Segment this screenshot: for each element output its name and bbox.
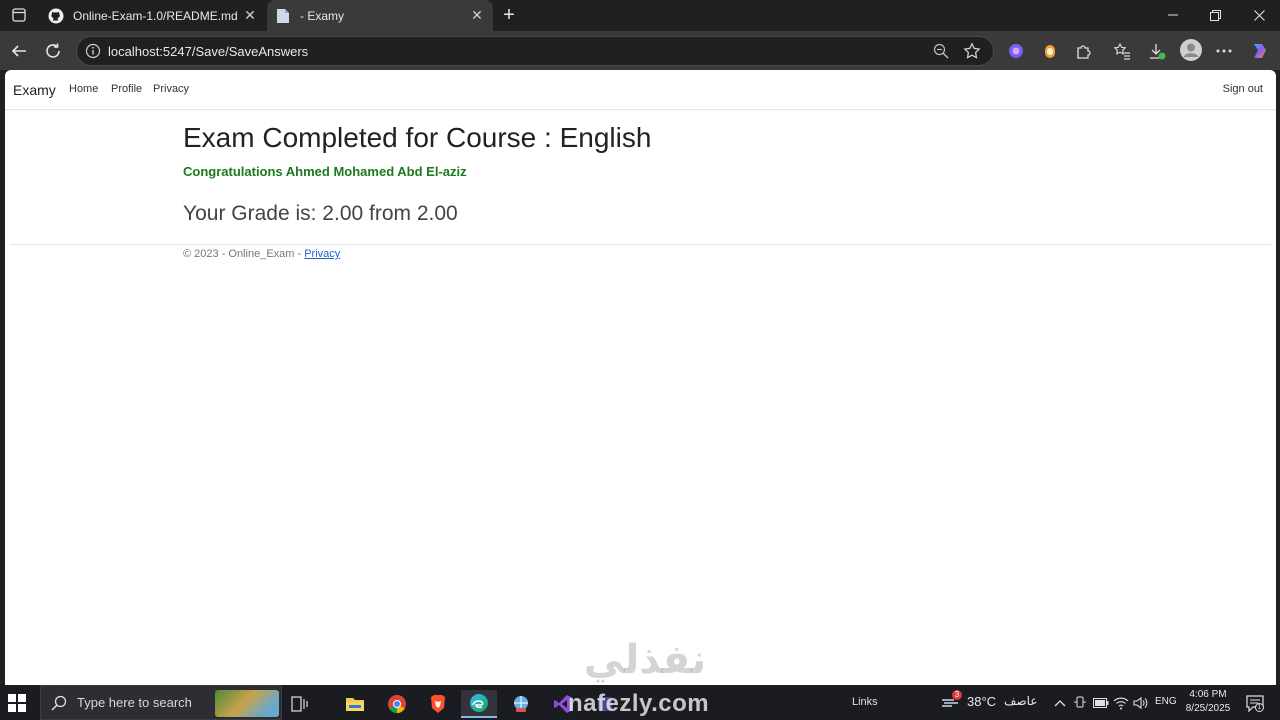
nav-link-home[interactable]: Home [69, 83, 98, 95]
reload-icon[interactable] [41, 39, 65, 63]
show-hidden-icons-icon[interactable] [1052, 695, 1068, 711]
page-icon [275, 8, 291, 24]
clock-time: 4:06 PM [1189, 689, 1227, 700]
restore-icon[interactable] [1200, 4, 1230, 26]
extension-icon[interactable] [1006, 41, 1026, 61]
profile-avatar[interactable] [1180, 39, 1202, 61]
more-options-icon[interactable] [1214, 41, 1234, 61]
nav-link-privacy[interactable]: Privacy [153, 83, 189, 95]
search-placeholder: Type here to search [77, 695, 192, 710]
page-title: Exam Completed for Course : English [183, 122, 652, 153]
notifications-icon[interactable]: 1 [1246, 694, 1264, 713]
downloads-icon[interactable] [1147, 41, 1167, 61]
notification-count: 1 [1255, 703, 1264, 712]
browser-toolbar: localhost:5247/Save/SaveAnswers [0, 31, 1280, 70]
favorite-star-icon[interactable] [963, 42, 981, 60]
device-icon[interactable] [1072, 695, 1088, 711]
tab-readme[interactable]: Online-Exam-1.0/README.md at ✕ [40, 0, 266, 31]
copilot-icon[interactable] [1250, 41, 1270, 61]
address-bar[interactable]: localhost:5247/Save/SaveAnswers [76, 36, 994, 66]
weather-widget[interactable]: 3 38°C عاصف [940, 690, 1038, 710]
browser-tabstrip: Online-Exam-1.0/README.md at ✕ - Examy ✕… [0, 0, 1280, 31]
volume-icon[interactable] [1133, 695, 1149, 711]
weather-alert-badge: 3 [952, 690, 962, 700]
edge-icon[interactable] [461, 690, 497, 718]
github-icon [48, 8, 64, 24]
file-explorer-icon[interactable] [337, 690, 373, 718]
site-info-icon[interactable] [85, 43, 101, 59]
taskbar-search-box[interactable]: Type here to search [40, 685, 282, 720]
tab-examy[interactable]: - Examy ✕ [267, 0, 493, 31]
close-tab-icon[interactable]: ✕ [467, 6, 487, 26]
page-footer: © 2023 - Online_Exam - Privacy [183, 248, 340, 260]
battery-icon[interactable] [1093, 695, 1109, 711]
windows-start-icon[interactable] [8, 694, 26, 712]
congratulations-message: Congratulations Ahmed Mohamed Abd El-azi… [183, 164, 467, 179]
back-icon[interactable] [7, 39, 31, 63]
watermark-latin: nafezly.com [568, 690, 710, 717]
links-toolbar-label[interactable]: Links [852, 696, 878, 708]
extension-icon[interactable] [1040, 41, 1060, 61]
weather-icon: 3 [940, 690, 962, 710]
weather-temperature: 38°C [967, 693, 997, 709]
watermark-arabic: نفذلي [583, 637, 707, 683]
minimize-icon[interactable] [1158, 4, 1188, 26]
tab-title: Online-Exam-1.0/README.md at [73, 8, 240, 23]
grade-result: Your Grade is: 2.00 from 2.00 [183, 202, 458, 225]
input-language[interactable]: ENG [1155, 696, 1177, 707]
url-text: localhost:5247/Save/SaveAnswers [108, 44, 309, 59]
tab-actions-icon[interactable] [8, 5, 30, 25]
task-view-icon[interactable] [282, 690, 318, 718]
windows-taskbar: Type here to search Links 3 38°C عاصف EN… [0, 685, 1280, 720]
sign-out-link[interactable]: Sign out [1223, 83, 1263, 95]
nav-link-profile[interactable]: Profile [111, 83, 142, 95]
brand-link[interactable]: Examy [13, 82, 56, 98]
tab-title: - Examy [300, 8, 345, 23]
close-window-icon[interactable] [1244, 4, 1274, 26]
brave-icon[interactable] [420, 690, 456, 718]
footer-divider [10, 244, 1271, 245]
system-clock[interactable]: 4:06 PM 8/25/2025 [1180, 688, 1236, 716]
close-tab-icon[interactable]: ✕ [240, 6, 260, 26]
clock-date: 8/25/2025 [1185, 703, 1231, 714]
app-icon[interactable] [503, 690, 539, 718]
page-viewport: Examy Home Profile Privacy Sign out Exam… [5, 70, 1276, 685]
zoom-icon[interactable] [933, 43, 949, 59]
chrome-icon[interactable] [379, 690, 415, 718]
wifi-icon[interactable] [1113, 695, 1129, 711]
footer-copyright: © 2023 - Online_Exam - [183, 248, 305, 260]
watermark: نفذلي [565, 640, 725, 680]
site-navbar: Examy Home Profile Privacy Sign out [5, 70, 1276, 110]
extensions-puzzle-icon[interactable] [1074, 41, 1094, 61]
footer-privacy-link[interactable]: Privacy [304, 248, 340, 260]
new-tab-icon[interactable]: + [498, 4, 520, 26]
search-highlight-image [215, 690, 279, 717]
weather-condition: عاصف [1004, 694, 1038, 708]
search-icon [51, 695, 67, 711]
favorites-icon[interactable] [1112, 41, 1132, 61]
